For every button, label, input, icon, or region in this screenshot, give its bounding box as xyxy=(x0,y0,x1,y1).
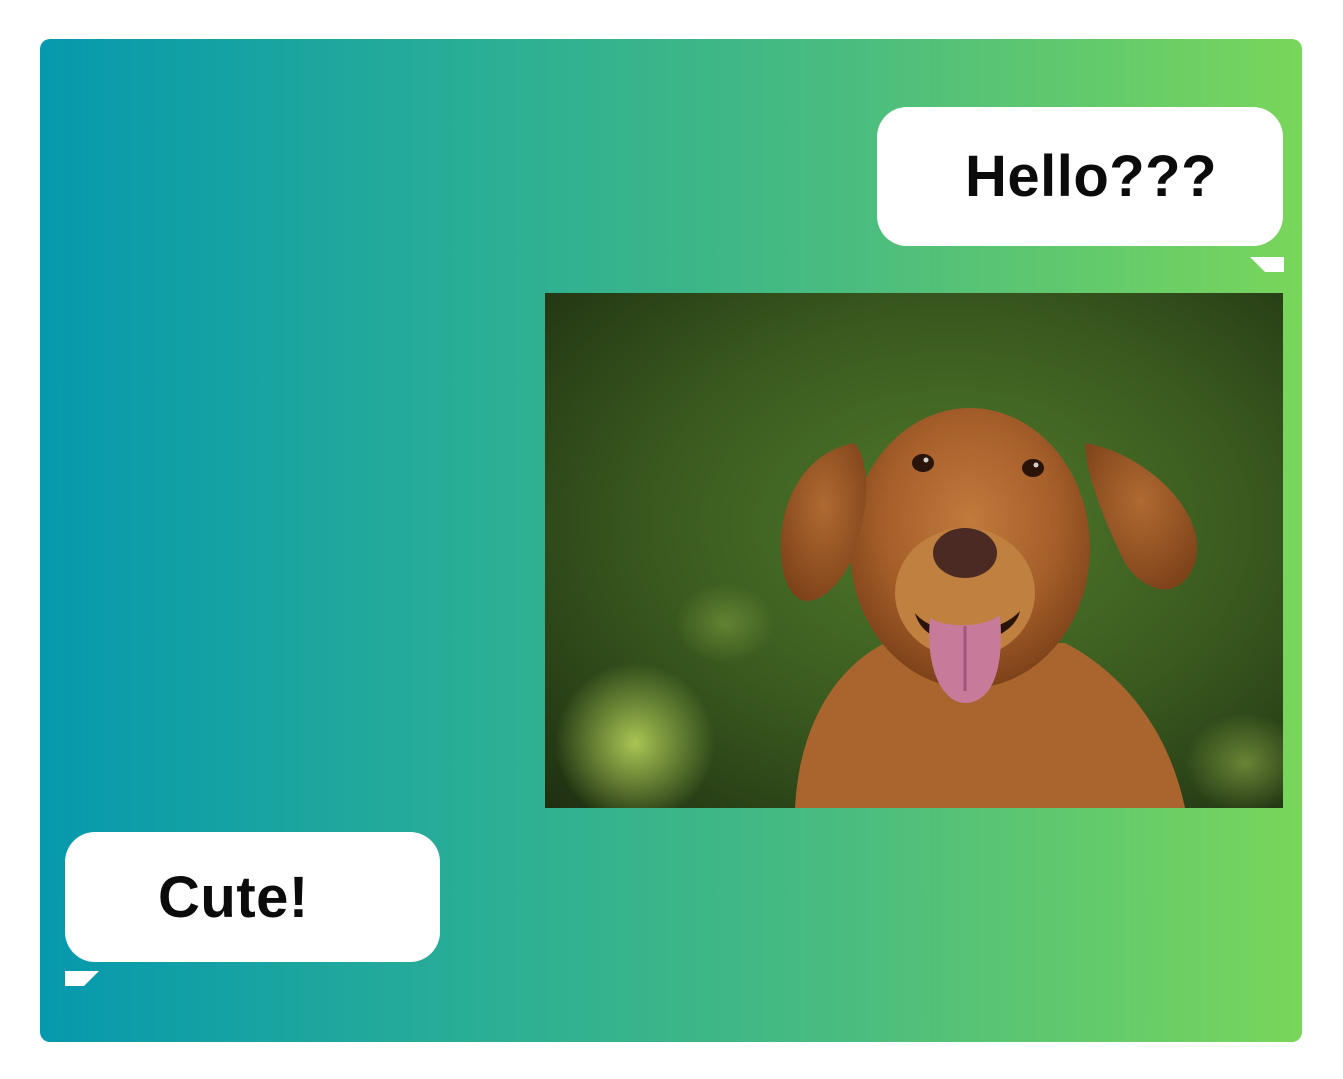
bubble-tail-right xyxy=(1250,238,1284,272)
speech-bubble-bottom-left: Cute! xyxy=(65,832,440,986)
chat-card: Hello??? Cute! xyxy=(40,39,1302,1042)
bubble-tail-left xyxy=(65,952,99,986)
speech-bubble-top-right: Hello??? xyxy=(877,107,1284,272)
dog-photo xyxy=(545,293,1283,808)
dog-image xyxy=(545,293,1283,808)
message-hello: Hello??? xyxy=(964,144,1218,209)
message-cute: Cute! xyxy=(158,864,309,930)
